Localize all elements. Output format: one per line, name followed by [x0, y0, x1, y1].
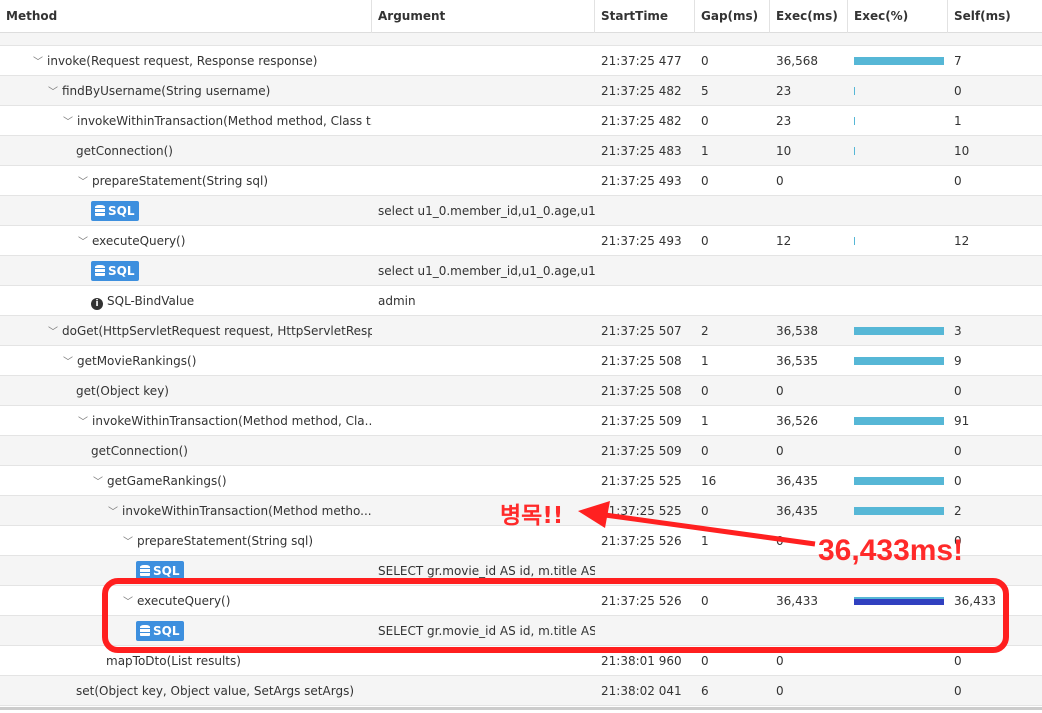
annotation-arrow: [578, 501, 816, 547]
